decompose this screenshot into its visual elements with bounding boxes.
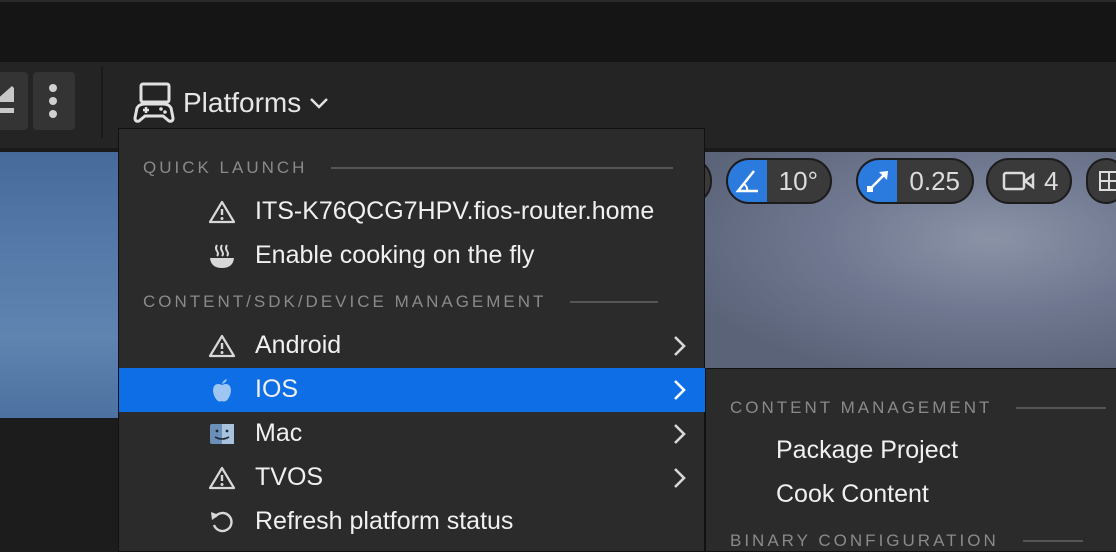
device-management-heading: CONTENT/SDK/DEVICE MANAGEMENT [143, 292, 659, 312]
menu-item-label: Mac [255, 419, 303, 447]
scale-snap-value[interactable]: 0.25 [897, 166, 972, 197]
chevron-down-icon [310, 98, 329, 109]
title-bar [0, 0, 1116, 62]
editor-window: Platforms 10° 0.25 4 QUICK LAUNCH ITS-K7… [0, 0, 1116, 552]
content-management-heading-label: CONTENT MANAGEMENT [730, 398, 993, 417]
rotation-snap-value[interactable]: 10° [767, 166, 830, 197]
chevron-right-icon [671, 466, 687, 497]
scale-snap-control[interactable]: 0.25 [856, 158, 974, 204]
menu-item-refresh-platform-status[interactable]: Refresh platform status [119, 500, 705, 544]
menu-item-ios[interactable]: IOS [119, 368, 705, 412]
scale-snap-toggle[interactable] [858, 160, 898, 202]
quick-launch-heading: QUICK LAUNCH [143, 158, 674, 178]
eject-icon [0, 86, 14, 113]
kebab-menu-icon [49, 84, 57, 118]
section-divider [1022, 540, 1083, 542]
platforms-gamepad-icon [133, 82, 175, 123]
platforms-label: Platforms [183, 87, 302, 118]
menu-item-label: TVOS [255, 463, 324, 491]
device-management-heading-label: CONTENT/SDK/DEVICE MANAGEMENT [143, 292, 547, 311]
menu-item-label: Refresh platform status [255, 507, 514, 535]
menu-item-label: IOS [255, 375, 299, 403]
binary-configuration-heading: BINARY CONFIGURATION [730, 531, 1083, 551]
viewport-layout-button[interactable] [1086, 158, 1116, 204]
section-divider [331, 167, 674, 169]
platforms-dropdown-button[interactable]: Platforms [133, 80, 329, 126]
section-divider [570, 301, 659, 303]
angle-icon [735, 170, 759, 193]
menu-item-quick-launch-device[interactable]: ITS-K76QCG7HPV.fios-router.home [119, 190, 705, 234]
rotation-snap-control[interactable]: 10° [726, 158, 832, 204]
menu-item-mac[interactable]: Mac [119, 412, 705, 456]
apple-icon [207, 376, 237, 404]
menu-item-label: Android [255, 331, 342, 359]
camera-speed-value: 4 [1044, 165, 1059, 196]
video-camera-icon [1002, 171, 1035, 191]
rotation-snap-toggle[interactable] [728, 160, 767, 202]
ios-submenu: CONTENT MANAGEMENT Package Project Cook … [705, 368, 1116, 552]
more-options-button[interactable] [33, 72, 75, 130]
quick-launch-heading-label: QUICK LAUNCH [143, 158, 308, 177]
chevron-right-icon [671, 378, 687, 409]
menu-item-label: ITS-K76QCG7HPV.fios-router.home [255, 197, 655, 225]
binary-configuration-heading-label: BINARY CONFIGURATION [730, 531, 999, 550]
scale-arrow-icon [866, 171, 888, 192]
cooking-bowl-icon [207, 242, 237, 270]
menu-item-tvos[interactable]: TVOS [119, 456, 705, 500]
menu-item-android[interactable]: Android [119, 324, 705, 368]
mac-finder-icon [207, 420, 237, 448]
menu-item-cook-on-the-fly[interactable]: Enable cooking on the fly [119, 234, 705, 278]
warning-icon [207, 198, 237, 226]
chevron-right-icon [671, 422, 687, 453]
grid-layout-icon [1099, 171, 1116, 191]
section-divider [1016, 407, 1107, 409]
toolbar-left-group [0, 72, 75, 130]
refresh-icon [207, 508, 237, 536]
warning-icon [207, 332, 237, 360]
platforms-dropdown-menu: QUICK LAUNCH ITS-K76QCG7HPV.fios-router.… [118, 128, 705, 552]
toolbar-separator [101, 66, 103, 138]
warning-icon [207, 464, 237, 492]
chevron-right-icon [671, 334, 687, 365]
content-management-heading: CONTENT MANAGEMENT [730, 398, 1107, 418]
menu-item-label: Enable cooking on the fly [255, 241, 535, 269]
camera-speed-button[interactable]: 4 [986, 158, 1072, 204]
submenu-item-package-project[interactable]: Package Project [776, 436, 958, 465]
eject-button[interactable] [0, 72, 28, 130]
submenu-item-cook-content[interactable]: Cook Content [776, 480, 929, 509]
